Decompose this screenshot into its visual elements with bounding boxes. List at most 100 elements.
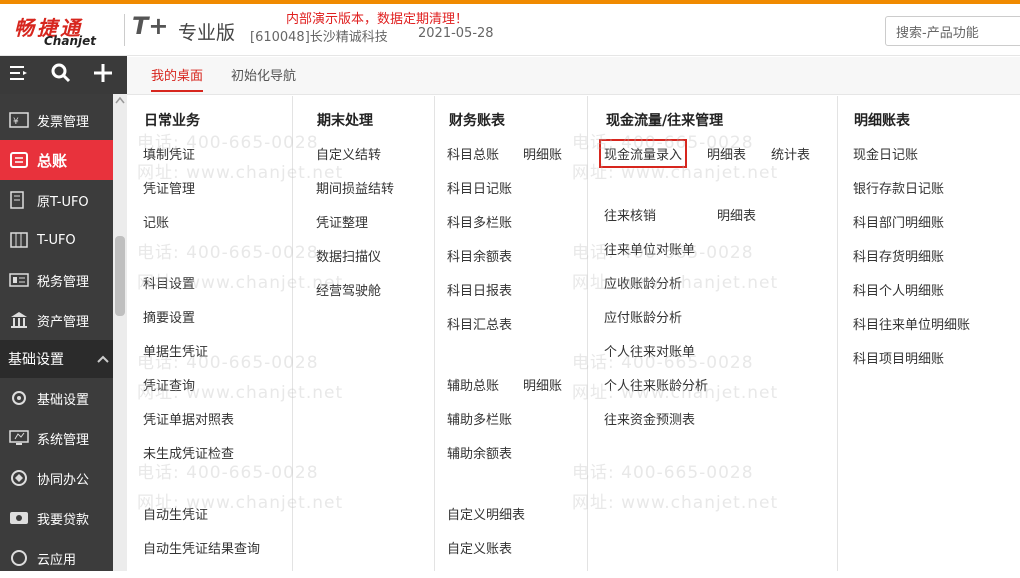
link-auto-voucher-result[interactable]: 自动生凭证结果查询 — [143, 538, 260, 557]
link-bank-journal[interactable]: 银行存款日记账 — [853, 178, 944, 197]
link-auto-voucher[interactable]: 自动生凭证 — [143, 504, 208, 523]
tab-my-desktop[interactable]: 我的桌面 — [151, 65, 204, 92]
link-cockpit[interactable]: 经营驾驶舱 — [316, 280, 381, 299]
sidebar-item-basic-settings[interactable]: 基础设置 — [0, 378, 113, 418]
sidebar-item-old-tufo[interactable]: 原T-UFO — [0, 180, 113, 220]
demo-notice: 内部演示版本，数据定期清理！ — [286, 12, 469, 27]
link-voucher-manage[interactable]: 凭证管理 — [143, 178, 195, 197]
sidebar-item-label: 税务管理 — [37, 274, 90, 290]
sidebar-item-label: 系统管理 — [37, 432, 90, 448]
link-doc-to-voucher[interactable]: 单据生凭证 — [143, 341, 208, 360]
link-dept-detail[interactable]: 科目部门明细账 — [853, 212, 944, 231]
tax-icon — [8, 269, 30, 291]
logo-english: Chanjet — [44, 34, 96, 48]
link-cash-journal[interactable]: 现金日记账 — [853, 144, 918, 163]
column-daily: 日常业务 填制凭证 凭证管理 记账 科目设置 摘要设置 单据生凭证 凭证查询 凭… — [127, 96, 293, 571]
svg-text:¥: ¥ — [13, 117, 19, 127]
link-project-detail[interactable]: 科目项目明细账 — [853, 348, 944, 367]
link-personal-aging[interactable]: 个人往来账龄分析 — [604, 375, 708, 394]
link-reconcile-detail[interactable]: 明细表 — [717, 205, 756, 224]
link-personal-statement[interactable]: 个人往来对账单 — [604, 341, 695, 360]
header-divider — [124, 14, 125, 46]
scrollbar-thumb[interactable] — [115, 236, 125, 316]
tab-init-guide[interactable]: 初始化导航 — [231, 65, 296, 84]
link-payable-aging[interactable]: 应付账龄分析 — [604, 307, 682, 326]
column-title: 期末处理 — [317, 113, 373, 129]
sidebar-item-cloud[interactable]: 云应用 — [0, 538, 113, 578]
column-cashflow: 现金流量/往来管理 现金流量录入 明细表 统计表 往来核销 明细表 往来单位对账… — [588, 96, 838, 571]
sidebar-item-invoice[interactable]: ¥ 发票管理 — [0, 100, 113, 140]
menu-icon[interactable] — [6, 62, 32, 88]
link-unit-statement[interactable]: 往来单位对账单 — [604, 239, 695, 258]
sidebar-item-label: 总账 — [37, 151, 68, 170]
column-financial-reports: 财务账表 科目总账 明细账 科目日记账 科目多栏账 科目余额表 科目日报表 科目… — [435, 96, 588, 571]
link-voucher-query[interactable]: 凭证查询 — [143, 375, 195, 394]
collab-icon — [8, 467, 30, 489]
sidebar-item-asset[interactable]: 资产管理 — [0, 300, 113, 340]
link-balance-sheet[interactable]: 科目余额表 — [447, 246, 512, 265]
sidebar-item-loan[interactable]: 我要贷款 — [0, 498, 113, 538]
link-post[interactable]: 记账 — [143, 212, 169, 231]
sidebar-toolbar — [0, 56, 127, 94]
asset-icon — [8, 309, 30, 331]
search-input[interactable]: 搜索-产品功能 — [885, 16, 1020, 46]
link-custom-detail[interactable]: 自定义明细表 — [447, 504, 525, 523]
loan-icon — [8, 507, 30, 529]
link-cashflow-detail[interactable]: 明细表 — [707, 144, 746, 163]
link-aux-multi-column[interactable]: 辅助多栏账 — [447, 409, 512, 428]
link-account-general-ledger[interactable]: 科目总账 — [447, 144, 499, 163]
sidebar-item-system[interactable]: 系统管理 — [0, 418, 113, 458]
link-fill-voucher[interactable]: 填制凭证 — [143, 144, 195, 163]
link-unit-detail[interactable]: 科目往来单位明细账 — [853, 314, 970, 333]
link-aux-balance[interactable]: 辅助余额表 — [447, 443, 512, 462]
sidebar-item-ledger[interactable]: 总账 — [0, 140, 113, 180]
link-summary-setup[interactable]: 摘要设置 — [143, 307, 195, 326]
link-detail-ledger[interactable]: 明细账 — [523, 144, 562, 163]
link-ungenerated-check[interactable]: 未生成凭证检查 — [143, 443, 234, 462]
link-voucher-doc-compare[interactable]: 凭证单据对照表 — [143, 409, 234, 428]
link-account-journal[interactable]: 科目日记账 — [447, 178, 512, 197]
link-voucher-organize[interactable]: 凭证整理 — [316, 212, 368, 231]
column-title: 日常业务 — [144, 113, 200, 129]
link-fund-forecast[interactable]: 往来资金预测表 — [604, 409, 695, 428]
link-data-scanner[interactable]: 数据扫描仪 — [316, 246, 381, 265]
sidebar-item-label: 云应用 — [37, 552, 77, 568]
desktop-panel: 日常业务 填制凭证 凭证管理 记账 科目设置 摘要设置 单据生凭证 凭证查询 凭… — [127, 96, 1020, 571]
sidebar-item-label: 我要贷款 — [37, 512, 90, 528]
tufo-icon — [8, 229, 30, 251]
sidebar-group-basic-settings[interactable]: 基础设置 — [0, 340, 113, 378]
link-cashflow-stats[interactable]: 统计表 — [771, 144, 810, 163]
tab-bar: 我的桌面 初始化导航 — [127, 57, 1020, 95]
link-pl-transfer[interactable]: 期间损益结转 — [316, 178, 394, 197]
add-icon[interactable] — [90, 62, 116, 88]
sidebar-item-collab[interactable]: 协同办公 — [0, 458, 113, 498]
link-multi-column[interactable]: 科目多栏账 — [447, 212, 512, 231]
sidebar-item-tax[interactable]: 税务管理 — [0, 260, 113, 300]
sidebar-item-label: 基础设置 — [37, 392, 90, 408]
link-custom-report[interactable]: 自定义账表 — [447, 538, 512, 557]
link-personal-detail[interactable]: 科目个人明细账 — [853, 280, 944, 299]
link-aux-detail-ledger[interactable]: 明细账 — [523, 375, 562, 394]
product-name: T+ — [132, 12, 169, 40]
link-cashflow-entry[interactable]: 现金流量录入 — [598, 139, 688, 168]
link-reconcile[interactable]: 往来核销 — [604, 205, 656, 224]
cloud-icon — [8, 547, 30, 569]
column-title: 现金流量/往来管理 — [606, 113, 724, 129]
app-header: 畅捷通 Chanjet T+ 专业版 内部演示版本，数据定期清理！ [61004… — [0, 4, 1020, 56]
link-summary-table[interactable]: 科目汇总表 — [447, 314, 512, 333]
link-account-setup[interactable]: 科目设置 — [143, 273, 195, 292]
company-name: [610048]长沙精诚科技 — [250, 30, 388, 45]
scroll-up-icon[interactable] — [113, 96, 127, 110]
login-date: 2021-05-28 — [418, 26, 494, 41]
sidebar-item-tufo[interactable]: T-UFO — [0, 220, 113, 260]
link-custom-transfer[interactable]: 自定义结转 — [316, 144, 381, 163]
sidebar-scrollbar[interactable] — [113, 94, 127, 571]
link-aux-general-ledger[interactable]: 辅助总账 — [447, 375, 499, 394]
system-icon — [8, 427, 30, 449]
settings-icon — [8, 387, 30, 409]
link-daily-report[interactable]: 科目日报表 — [447, 280, 512, 299]
link-receivable-aging[interactable]: 应收账龄分析 — [604, 273, 682, 292]
sidebar-item-label: T-UFO — [37, 232, 76, 248]
search-icon[interactable] — [48, 62, 74, 88]
link-inventory-detail[interactable]: 科目存货明细账 — [853, 246, 944, 265]
